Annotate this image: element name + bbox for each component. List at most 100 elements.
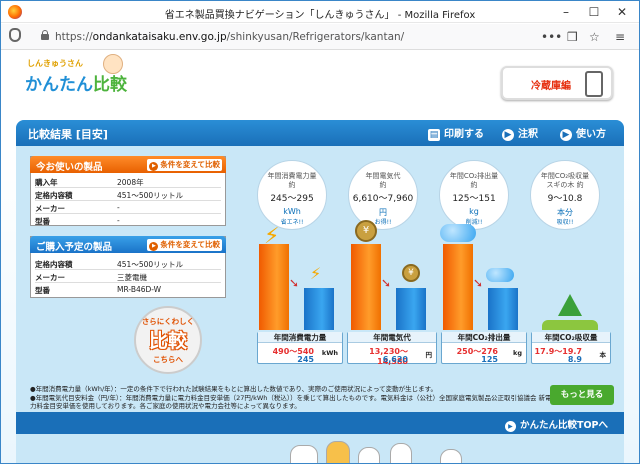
compare-button-main: 比較 [148, 330, 187, 352]
spec-value: MR-B46D-W [117, 285, 162, 294]
bubble-sublabel: スギの木 約 [546, 181, 584, 189]
spec-key: 定格内容積 [35, 260, 73, 269]
mascot-character [440, 449, 462, 463]
maximize-button[interactable]: ☐ [579, 1, 609, 23]
new-cost-bar [396, 288, 426, 330]
arrow-right-icon: ▶ [504, 421, 516, 432]
spec-key: 購入年 [35, 178, 58, 187]
result-new-value: 125 [481, 355, 498, 364]
menu-icon[interactable]: ≡ [615, 29, 625, 45]
bubble-sublabel: 約 [288, 181, 296, 189]
minimize-button[interactable]: – [551, 1, 581, 23]
old-cost-bar [351, 244, 381, 330]
pocket-icon[interactable]: ❒ [567, 29, 578, 45]
footnote: ●年間電気代目安料金（円/年）：年間消費電力量に電力料金目安単価（27円/kWh… [30, 393, 552, 411]
spec-key: メーカー [35, 204, 65, 213]
bubble-sublabel: 約 [379, 181, 387, 189]
url-path: /shinkyusan/Refrigerators/kantan/ [226, 31, 405, 43]
result-unit: 円 [425, 351, 433, 359]
notes-button[interactable]: ▶ 注釈 [502, 125, 538, 141]
bubble-unit: kg [469, 207, 479, 216]
howto-button[interactable]: ▶ 使い方 [560, 125, 606, 141]
footnote: ●年間消費電力量（kWh/年）：一定の条件下で行われた試験結果をもとに算出した数… [30, 385, 437, 393]
page-content: しんきゅうさん かんたん比較 冷蔵庫編 比較結果 [目安] ▤ 印刷する ▶ 注釈 … [1, 51, 639, 463]
top-link-label: かんたん比較TOPへ [519, 420, 608, 431]
page-actions-icon[interactable]: ••• [541, 29, 562, 45]
current-product-card: 今お使いの製品 条件を変えて比較 購入年 2008年 定格内容積 451～500リッ… [30, 156, 226, 226]
close-button[interactable]: ✕ [607, 1, 637, 23]
change-condition-link[interactable]: 条件を変えて比較 [147, 239, 222, 251]
spec-key: 定格内容積 [35, 191, 73, 200]
result-caption: 年間CO₂吸収量 [532, 332, 610, 343]
window-title: 省エネ製品買換ナビゲーション「しんきゅうさん」 - Mozilla Firefo… [164, 10, 476, 21]
planned-product-card: ご購入予定の製品 条件を変えて比較 定格内容積 451～500リットル メーカー 三… [30, 236, 226, 298]
spec-row: 定格内容積 451～500リットル [35, 257, 221, 270]
notes-label: 注釈 [518, 129, 538, 140]
spec-value: - [117, 203, 120, 212]
spec-row: 定格内容積 451～500リットル [35, 188, 221, 201]
arrow-down-right-icon: ➘ [473, 276, 484, 290]
co2-emission-bubble: 年間CO₂排出量約 125～151 kg 削減!! [439, 160, 509, 230]
brand-sub: しんきゅうさん [27, 59, 83, 68]
current-product-label: 今お使いの製品 [36, 162, 103, 173]
new-co2-bar [488, 288, 518, 330]
result-new-value: 8.9 [567, 355, 582, 364]
category-button[interactable]: 冷蔵庫編 [501, 66, 613, 100]
result-caption: 年間CO₂排出量 [442, 332, 526, 343]
url-bar[interactable]: https://ondankataisaku.env.go.jp/shinkyu… [29, 28, 529, 46]
cloud-icon [486, 268, 514, 282]
bubble-value: 125～151 [452, 194, 496, 204]
bookmark-star-icon[interactable]: ☆ [589, 29, 600, 45]
spec-row: 購入年 2008年 [35, 175, 221, 188]
shield-icon[interactable] [9, 28, 21, 42]
change-condition-link[interactable]: 条件を変えて比較 [147, 159, 222, 171]
spec-row: 型番 MR-B46D-W [35, 283, 221, 296]
mascot-strip [16, 434, 624, 463]
url-prefix: https:// [55, 31, 93, 43]
brand-logo[interactable]: しんきゅうさん かんたん比較 [25, 54, 165, 104]
brand-main: かんたん比較 [25, 70, 127, 95]
yen-coin-icon: ¥ [355, 220, 377, 242]
more-button[interactable]: もっと見る [550, 385, 614, 405]
cloud-icon [440, 224, 476, 242]
result-box-absorption: 年間CO₂吸収量 17.9～19.7 8.9 本 [531, 332, 611, 364]
brand-main-a: かんたん [25, 75, 93, 95]
browser-window: 省エネ製品買換ナビゲーション「しんきゅうさん」 - Mozilla Firefo… [0, 0, 640, 464]
result-new-value: 6,620 [382, 355, 408, 364]
detailed-compare-button[interactable]: さらにくわしく 比較 こちらへ [134, 306, 202, 374]
power-bubble: 年間消費電力量約 245～295 kWh 省エネ!! [257, 160, 327, 230]
top-link[interactable]: ▶ かんたん比較TOPへ [504, 417, 608, 432]
panel-header: 比較結果 [目安] ▤ 印刷する ▶ 注釈 ▶ 使い方 [16, 120, 624, 146]
result-box-cost: 年間電気代 13,230～14,580 6,620 円 [347, 332, 437, 366]
planned-product-label: ご購入予定の製品 [36, 242, 113, 253]
grass-icon [542, 320, 598, 330]
old-power-bar [259, 244, 289, 330]
spec-key: メーカー [35, 273, 65, 282]
spec-key: 型番 [35, 217, 50, 226]
arrow-right-icon: ▶ [502, 129, 514, 141]
bubble-value: 245～295 [270, 194, 314, 204]
bubble-sublabel: 約 [470, 181, 478, 189]
lightning-icon: ⚡ [264, 224, 280, 249]
result-caption: 年間消費電力量 [258, 332, 342, 343]
current-product-header: 今お使いの製品 条件を変えて比較 [30, 156, 226, 173]
old-co2-bar [443, 244, 473, 330]
comparison-bars: ⚡ ⚡ ➘ ¥ ¥ ➘ ➘ [256, 220, 616, 330]
tree-icon [558, 294, 582, 316]
result-caption: 年間電気代 [348, 332, 436, 343]
mascot-character [290, 445, 318, 463]
url-domain: ondankataisaku.env.go.jp [92, 31, 227, 43]
spec-row: メーカー 三菱電機 [35, 270, 221, 283]
print-button[interactable]: ▤ 印刷する [428, 125, 484, 141]
spec-value: 三菱電機 [117, 273, 147, 282]
footer-bar: ▶ かんたん比較TOPへ [16, 412, 624, 434]
howto-label: 使い方 [576, 129, 606, 140]
print-label: 印刷する [444, 129, 484, 140]
spec-value: - [117, 216, 120, 225]
compare-button-bottom: こちらへ [153, 355, 183, 364]
result-box-power: 年間消費電力量 490～540 245 kWh [257, 332, 343, 364]
mascot-character [326, 441, 350, 463]
spec-key: 型番 [35, 286, 50, 295]
mascot-character [358, 447, 380, 463]
arrow-right-icon: ▶ [560, 129, 572, 141]
